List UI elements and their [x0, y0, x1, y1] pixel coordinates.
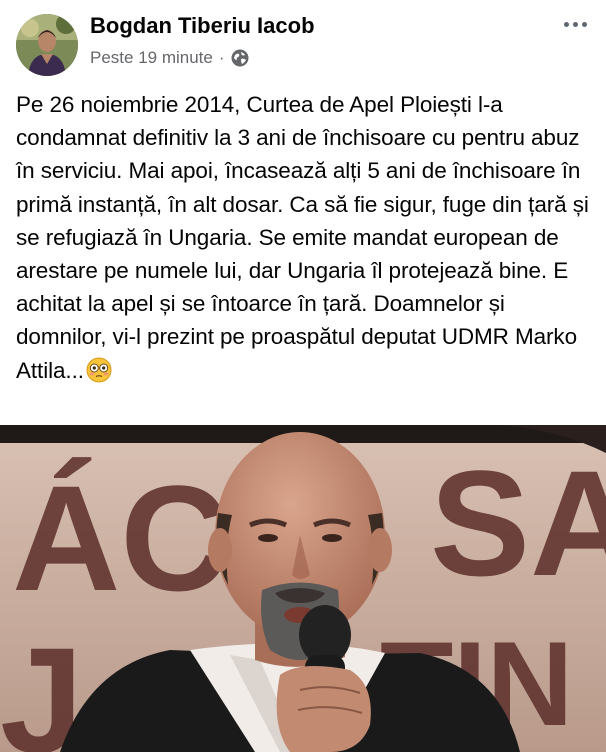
speaker-photo: ÁC SA J TIN	[0, 425, 606, 752]
facebook-post: Bogdan Tiberiu Iacob Peste 19 minute · P…	[0, 0, 606, 752]
post-header: Bogdan Tiberiu Iacob Peste 19 minute ·	[0, 0, 606, 82]
author-avatar[interactable]	[16, 14, 78, 76]
avatar-image	[16, 14, 78, 76]
svg-text:SA: SA	[430, 439, 606, 607]
post-photo[interactable]: ÁC SA J TIN	[0, 425, 606, 752]
post-timestamp[interactable]: Peste 19 minute	[90, 48, 213, 68]
meta-separator: ·	[218, 48, 225, 67]
flushed-face-emoji-icon	[86, 357, 112, 383]
globe-icon	[231, 49, 249, 67]
banner-text: ÁC	[12, 454, 229, 622]
author-name[interactable]: Bogdan Tiberiu Iacob	[90, 13, 315, 39]
post-text: Pe 26 noiembrie 2014, Curtea de Apel Plo…	[16, 88, 596, 387]
post-meta: Peste 19 minute ·	[90, 48, 249, 68]
more-options-icon[interactable]	[558, 10, 592, 38]
post-body: Pe 26 noiembrie 2014, Curtea de Apel Plo…	[16, 92, 589, 383]
